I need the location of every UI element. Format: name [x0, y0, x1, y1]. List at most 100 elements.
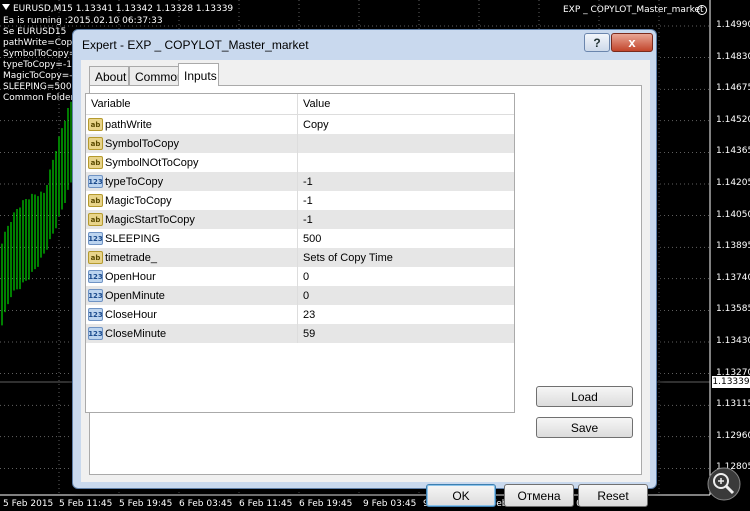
variable-cell: ab MagicToCopy	[86, 191, 298, 210]
number-type-icon: 123	[88, 308, 103, 321]
help-button[interactable]: ?	[584, 33, 610, 52]
table-row[interactable]: ab timetrade_ Sets of Copy Time	[86, 248, 514, 267]
variable-name: MagicToCopy	[105, 194, 172, 207]
chart-symbol-title: EURUSD,M15 1.13341 1.13342 1.13328 1.133…	[2, 4, 233, 15]
magnifier-zoom-icon[interactable]	[707, 467, 741, 501]
variable-cell: 123 OpenHour	[86, 267, 298, 286]
table-row[interactable]: ab MagicStartToCopy -1	[86, 210, 514, 229]
variable-name: OpenHour	[105, 270, 156, 283]
price-axis-label: 1.14050	[716, 209, 750, 220]
value-cell[interactable]: -1	[298, 176, 514, 188]
string-type-icon: ab	[88, 251, 103, 264]
string-type-icon: ab	[88, 156, 103, 169]
cancel-button[interactable]: Отмена	[504, 484, 574, 507]
ea-comment-line: Ea is running :2015.02.10 06:37:33	[3, 16, 163, 26]
expert-properties-dialog: Expert - EXP _ COPYLOT_Master_market ? x…	[72, 29, 657, 507]
variable-name: SymbolToCopy	[105, 137, 179, 150]
table-row[interactable]: 123 typeToCopy -1	[86, 172, 514, 191]
variable-name: pathWrite	[105, 118, 152, 131]
value-cell[interactable]: 0	[298, 290, 514, 302]
string-type-icon: ab	[88, 118, 103, 131]
table-row[interactable]: 123 OpenMinute 0	[86, 286, 514, 305]
table-header: Variable Value	[86, 94, 514, 115]
ok-button[interactable]: OK	[426, 484, 496, 507]
price-axis-label: 1.13740	[716, 272, 750, 283]
variable-name: SLEEPING	[105, 232, 161, 245]
variable-name: timetrade_	[105, 251, 157, 264]
variable-name: typeToCopy	[105, 175, 164, 188]
price-axis-label: 1.12960	[716, 430, 750, 441]
dialog-titlebar[interactable]: Expert - EXP _ COPYLOT_Master_market ? x	[73, 30, 656, 58]
variable-cell: 123 OpenMinute	[86, 286, 298, 305]
table-body: ab pathWrite Copy ab SymbolToCopy ab SymbolNOt…	[86, 115, 514, 343]
value-cell[interactable]: Copy	[298, 119, 514, 131]
variable-cell: 123 typeToCopy	[86, 172, 298, 191]
column-header-variable[interactable]: Variable	[86, 94, 298, 114]
number-type-icon: 123	[88, 232, 103, 245]
number-type-icon: 123	[88, 327, 103, 340]
variable-cell: ab SymbolToCopy	[86, 134, 298, 153]
string-type-icon: ab	[88, 137, 103, 150]
table-row[interactable]: 123 CloseHour 23	[86, 305, 514, 324]
value-cell[interactable]: 59	[298, 328, 514, 340]
tab-common[interactable]: Common	[129, 66, 184, 85]
number-type-icon: 123	[88, 175, 103, 188]
variable-cell: ab MagicStartToCopy	[86, 210, 298, 229]
price-axis-label: 1.14990	[716, 20, 750, 30]
dropdown-triangle-icon	[2, 4, 10, 10]
close-button[interactable]: x	[611, 33, 653, 52]
variable-cell: 123 CloseMinute	[86, 324, 298, 343]
value-cell[interactable]: 23	[298, 309, 514, 321]
help-icon: ?	[593, 35, 601, 50]
expert-label: EXP _ COPYLOT_Master_market	[563, 5, 704, 15]
date-axis-label: 6 Feb 03:45	[179, 499, 233, 509]
table-row[interactable]: ab MagicToCopy -1	[86, 191, 514, 210]
table-row[interactable]: ab SymbolToCopy	[86, 134, 514, 153]
value-cell[interactable]: 0	[298, 271, 514, 283]
date-axis-label: 6 Feb 19:45	[299, 499, 353, 509]
current-price-label: 1.13339	[712, 376, 750, 388]
price-axis-label: 1.14830	[716, 51, 750, 62]
chart-symbol-text: EURUSD,M15 1.13341 1.13342 1.13328 1.133…	[13, 4, 234, 14]
variable-cell: ab timetrade_	[86, 248, 298, 267]
reset-button[interactable]: Reset	[578, 484, 648, 507]
value-cell[interactable]: 500	[298, 233, 514, 245]
price-axis-label: 1.14205	[716, 178, 750, 188]
table-row[interactable]: 123 CloseMinute 59	[86, 324, 514, 343]
column-header-value[interactable]: Value	[298, 94, 514, 114]
table-row[interactable]: 123 SLEEPING 500	[86, 229, 514, 248]
tab-about[interactable]: About	[89, 66, 129, 85]
price-axis-label: 1.14365	[716, 146, 750, 157]
save-button[interactable]: Save	[536, 417, 633, 438]
variable-cell: 123 SLEEPING	[86, 229, 298, 248]
value-cell[interactable]: -1	[298, 195, 514, 207]
variable-cell: ab pathWrite	[86, 115, 298, 134]
table-row[interactable]: ab pathWrite Copy	[86, 115, 514, 134]
date-axis-label: 5 Feb 11:45	[59, 499, 113, 509]
variable-name: MagicStartToCopy	[105, 213, 195, 226]
tab-inputs[interactable]: Inputs	[178, 63, 219, 86]
smiley-icon	[697, 5, 707, 15]
table-row[interactable]: ab SymbolNOtToCopy	[86, 153, 514, 172]
price-axis-label: 1.14520	[716, 114, 750, 125]
value-cell[interactable]: Sets of Copy Time	[298, 252, 514, 264]
variable-name: SymbolNOtToCopy	[105, 156, 199, 169]
load-button[interactable]: Load	[536, 386, 633, 407]
table-row[interactable]: 123 OpenHour 0	[86, 267, 514, 286]
variable-name: CloseMinute	[105, 327, 167, 340]
string-type-icon: ab	[88, 194, 103, 207]
date-axis-label: 9 Feb 03:45	[363, 499, 417, 509]
price-axis-label: 1.14675	[716, 83, 750, 94]
date-axis-label: 5 Feb 19:45	[119, 499, 173, 509]
price-axis-label: 1.13430	[716, 336, 750, 346]
variable-name: OpenMinute	[105, 289, 165, 302]
number-type-icon: 123	[88, 270, 103, 283]
inputs-table[interactable]: Variable Value ab pathWrite Copy ab SymbolTo…	[85, 93, 515, 413]
price-axis-label: 1.13895	[716, 241, 750, 252]
variable-name: CloseHour	[105, 308, 157, 321]
price-axis-label: 1.13585	[716, 304, 750, 315]
number-type-icon: 123	[88, 289, 103, 302]
value-cell[interactable]: -1	[298, 214, 514, 226]
string-type-icon: ab	[88, 213, 103, 226]
date-axis-label: 5 Feb 2015	[3, 499, 54, 509]
